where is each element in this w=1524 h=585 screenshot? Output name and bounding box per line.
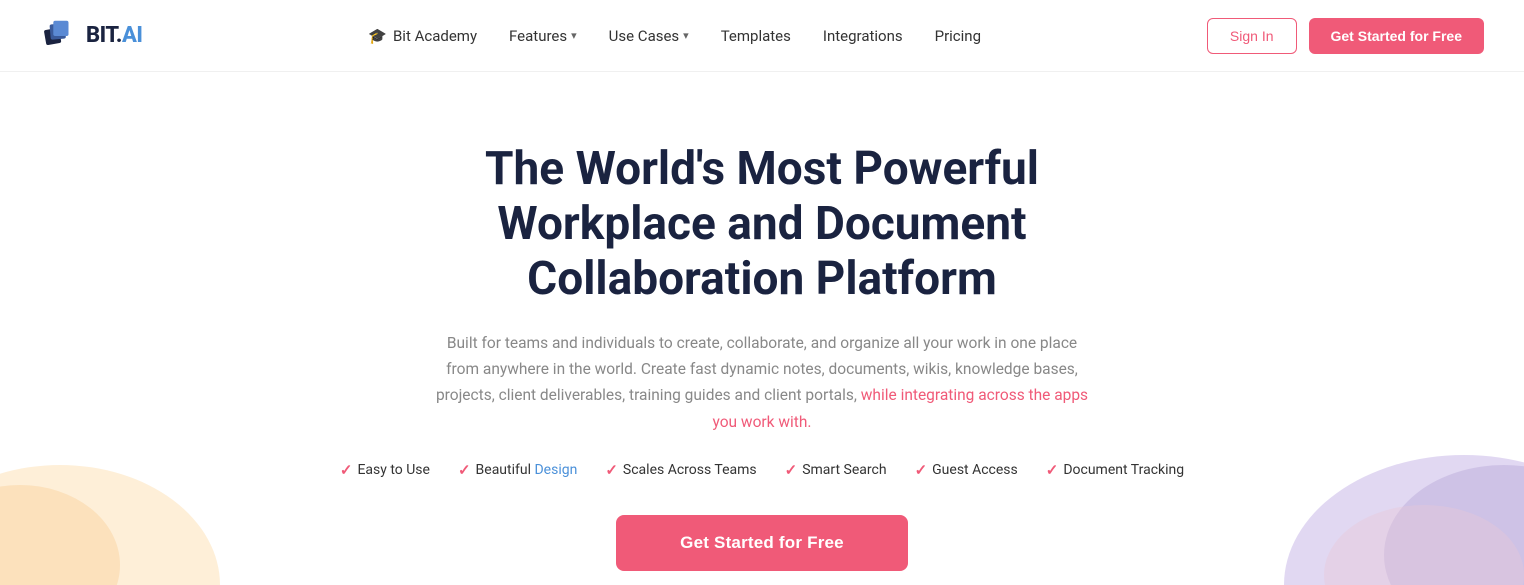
feature-guest-access: ✓ Guest Access [915, 461, 1018, 479]
academy-icon: 🎓 [368, 27, 387, 45]
nav-item-use-cases[interactable]: Use Cases ▾ [609, 27, 689, 45]
get-started-nav-button[interactable]: Get Started for Free [1309, 18, 1484, 54]
hero-subtitle: Built for teams and individuals to creat… [432, 330, 1092, 435]
feature-easy-to-use: ✓ Easy to Use [340, 461, 430, 479]
signin-button[interactable]: Sign In [1207, 18, 1297, 54]
feature-label: Beautiful Design [476, 462, 578, 478]
get-started-hero-button[interactable]: Get Started for Free [616, 515, 908, 571]
hero-title: The World's Most Powerful Workplace and … [362, 142, 1162, 308]
feature-beautiful-design: ✓ Beautiful Design [458, 461, 577, 479]
chevron-down-icon: ▾ [683, 29, 689, 42]
feature-document-tracking: ✓ Document Tracking [1046, 461, 1184, 479]
feature-label: Scales Across Teams [623, 462, 757, 478]
check-icon: ✓ [458, 461, 471, 479]
feature-label: Guest Access [932, 462, 1018, 478]
check-icon: ✓ [605, 461, 618, 479]
check-icon: ✓ [915, 461, 928, 479]
logo-text: BIT.AI [86, 23, 142, 48]
feature-scales-teams: ✓ Scales Across Teams [605, 461, 756, 479]
hero-section: The World's Most Powerful Workplace and … [0, 72, 1524, 571]
nav-item-features[interactable]: Features ▾ [509, 27, 577, 45]
feature-label: Smart Search [802, 462, 886, 478]
features-row: ✓ Easy to Use ✓ Beautiful Design ✓ Scale… [340, 461, 1184, 479]
logo-icon [40, 17, 78, 55]
feature-label: Easy to Use [357, 462, 430, 478]
check-icon: ✓ [785, 461, 798, 479]
check-icon: ✓ [1046, 461, 1059, 479]
nav-actions: Sign In Get Started for Free [1207, 18, 1484, 54]
feature-smart-search: ✓ Smart Search [785, 461, 887, 479]
nav-item-integrations[interactable]: Integrations [823, 27, 903, 45]
navbar: BIT.AI 🎓 Bit Academy Features ▾ Use Case… [0, 0, 1524, 72]
nav-links: 🎓 Bit Academy Features ▾ Use Cases ▾ Tem… [368, 27, 981, 45]
nav-item-pricing[interactable]: Pricing [935, 27, 981, 45]
feature-label: Document Tracking [1063, 462, 1184, 478]
logo[interactable]: BIT.AI [40, 17, 142, 55]
nav-item-templates[interactable]: Templates [721, 27, 791, 45]
nav-item-academy[interactable]: 🎓 Bit Academy [368, 27, 477, 45]
check-icon: ✓ [340, 461, 353, 479]
chevron-down-icon: ▾ [571, 29, 577, 42]
